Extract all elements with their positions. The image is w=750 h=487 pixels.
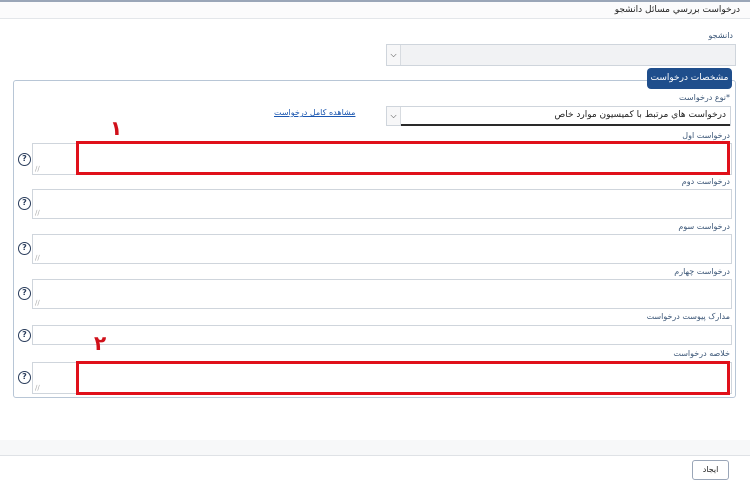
request-type-label: نوع درخواست* <box>679 93 730 102</box>
help-circle-icon[interactable]: ? <box>18 287 31 300</box>
attachments-field[interactable] <box>32 325 732 345</box>
resize-grip-icon[interactable]: ∕∕ <box>35 384 40 392</box>
window-titlebar: درخواست بررسي مسائل دانشجو <box>0 0 750 19</box>
resize-grip-icon[interactable]: ∕∕ <box>35 209 40 217</box>
chevron-down-icon[interactable]: ⌵ <box>387 107 401 125</box>
create-button[interactable]: ایجاد <box>692 460 729 480</box>
resize-grip-icon[interactable]: ∕∕ <box>35 165 40 173</box>
annotation-mark-2: ۲ <box>94 331 107 355</box>
highlight-box-2 <box>76 361 730 395</box>
help-circle-icon[interactable]: ? <box>18 197 31 210</box>
request-type-combobox[interactable]: ⌵ درخواست هاي مرتبط با کميسيون موارد خاص <box>386 106 731 126</box>
field-label-summary: خلاصه درخواست <box>673 349 730 358</box>
resize-grip-icon[interactable]: ∕∕ <box>35 299 40 307</box>
help-circle-icon[interactable]: ? <box>18 371 31 384</box>
help-circle-icon[interactable]: ? <box>18 153 31 166</box>
request-type-value: درخواست هاي مرتبط با کميسيون موارد خاص <box>554 110 726 120</box>
student-combobox[interactable]: ⌵ <box>386 44 736 66</box>
help-circle-icon[interactable]: ? <box>18 329 31 342</box>
field-label-second: درخواست دوم <box>681 177 730 186</box>
chevron-down-icon[interactable]: ⌵ <box>387 45 401 65</box>
highlight-box-1 <box>76 141 730 175</box>
second-request-textarea[interactable]: ∕∕ <box>32 189 732 219</box>
view-full-request-link[interactable]: مشاهده کامل درخواست <box>274 108 355 117</box>
field-label-attachments: مدارک پيوست درخواست <box>646 312 730 321</box>
footer-spacer <box>0 440 750 455</box>
field-label-fourth: درخواست چهارم <box>674 267 730 276</box>
request-details-legend: مشخصات درخواست <box>647 68 732 89</box>
help-circle-icon[interactable]: ? <box>18 242 31 255</box>
combobox-underline <box>401 124 730 126</box>
field-label-first: درخواست اول <box>682 131 730 140</box>
field-label-third: درخواست سوم <box>678 222 730 231</box>
window-title: درخواست بررسي مسائل دانشجو <box>614 5 740 15</box>
fourth-request-textarea[interactable]: ∕∕ <box>32 279 732 309</box>
third-request-textarea[interactable]: ∕∕ <box>32 234 732 264</box>
footer-divider <box>0 455 750 456</box>
annotation-mark-1: ۱ <box>110 116 123 140</box>
resize-grip-icon[interactable]: ∕∕ <box>35 254 40 262</box>
student-label: دانشجو <box>708 31 733 40</box>
